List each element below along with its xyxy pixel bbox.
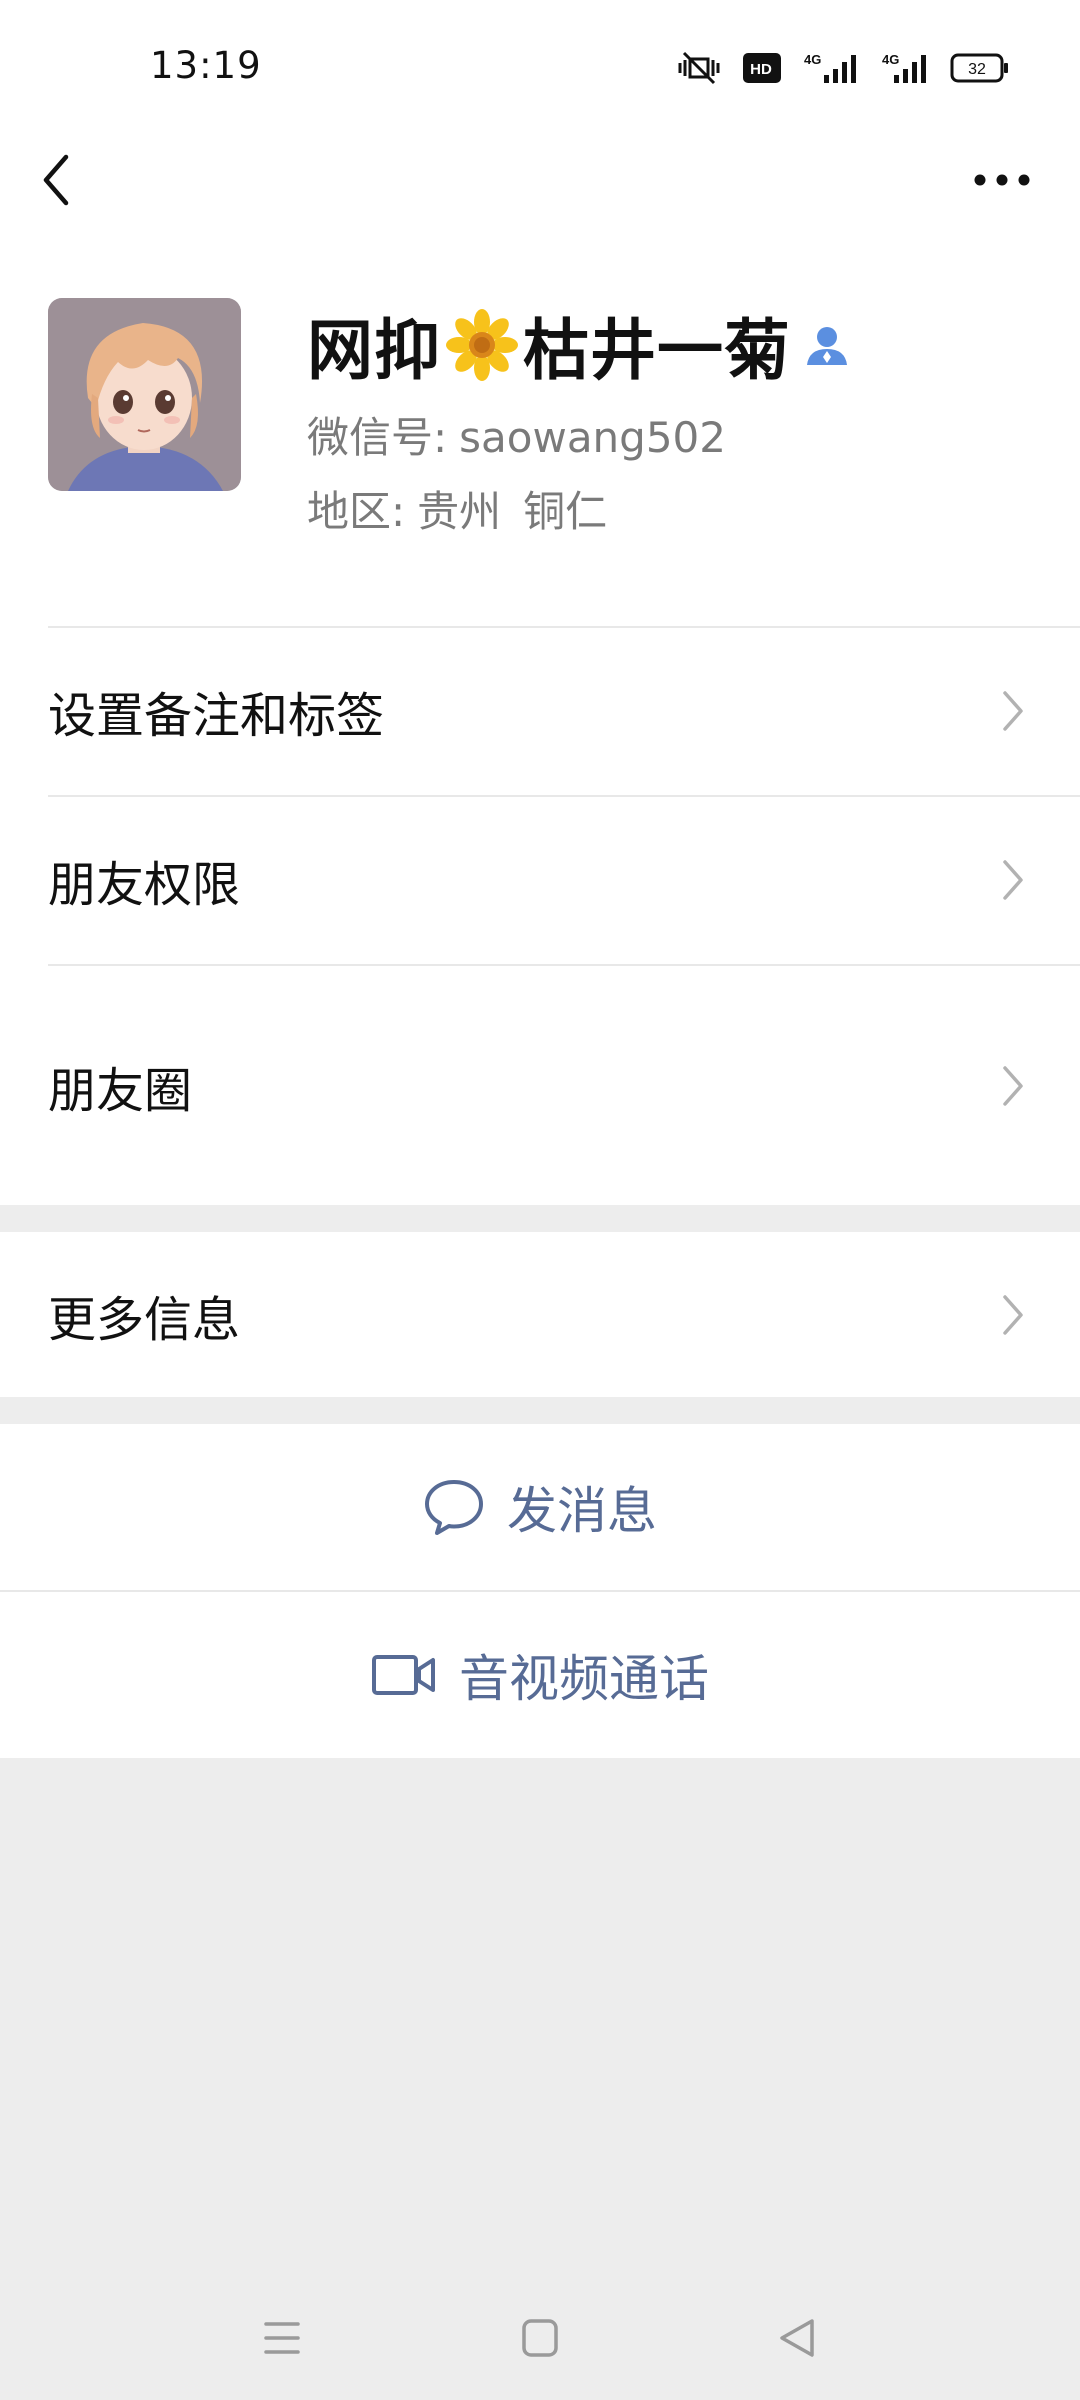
svg-text:4G: 4G	[882, 52, 899, 67]
system-nav-bar	[0, 2270, 1080, 2400]
chevron-right-icon	[1003, 691, 1023, 731]
region-city: 铜仁	[523, 487, 608, 536]
send-message-button[interactable]: 发消息	[0, 1424, 1080, 1590]
avatar-image	[48, 298, 241, 491]
friend-permissions-row[interactable]: 朋友权限	[0, 797, 1080, 963]
signal-4g-icon: 4G	[804, 52, 856, 83]
vibrate-mute-icon	[678, 51, 720, 85]
more-info-row[interactable]: 更多信息	[0, 1232, 1080, 1398]
actions-section: 发消息 音视频通话	[0, 1424, 1080, 1758]
moments-row[interactable]: 朋友圈	[0, 966, 1080, 1206]
set-remark-row[interactable]: 设置备注和标签	[0, 628, 1080, 794]
battery-icon: 32	[950, 53, 1008, 83]
friend-permissions-label: 朋友权限	[48, 857, 241, 913]
profile-panel: 13:19 HD 4G 4G 32 网抑 枯井一菊 微信号: saowang50…	[0, 0, 1080, 1205]
wechat-id-value: saowang502	[459, 413, 727, 462]
svg-text:32: 32	[968, 61, 986, 78]
name-part-1: 网抑	[307, 312, 441, 389]
more-info-label: 更多信息	[48, 1292, 241, 1348]
status-icons: HD 4G 4G 32	[676, 48, 1010, 88]
chevron-right-icon	[1003, 860, 1023, 900]
flower-emoji-icon	[446, 309, 518, 381]
recent-apps-button[interactable]	[252, 2308, 312, 2368]
set-remark-label: 设置备注和标签	[48, 688, 385, 744]
signal-4g-icon-2: 4G	[882, 52, 926, 83]
status-bar: 13:19 HD 4G 4G 32	[0, 0, 1080, 135]
home-button[interactable]	[510, 2308, 570, 2368]
region-province: 贵州	[417, 487, 502, 536]
wechat-id: 微信号: saowang502	[307, 404, 726, 465]
send-message-label: 发消息	[507, 1482, 657, 1540]
moments-label: 朋友圈	[48, 1063, 193, 1119]
svg-text:4G: 4G	[804, 52, 821, 67]
chat-bubble-icon	[425, 1480, 483, 1535]
video-camera-icon	[372, 1655, 435, 1695]
contact-person-icon	[807, 327, 847, 365]
status-time: 13:19	[150, 44, 262, 87]
hd-icon: HD	[743, 53, 781, 83]
av-call-button[interactable]: 音视频通话	[0, 1592, 1080, 1758]
svg-text:HD: HD	[750, 61, 772, 78]
contact-name: 网抑 枯井一菊	[307, 300, 849, 390]
av-call-label: 音视频通话	[459, 1650, 709, 1708]
region: 地区: 贵州 铜仁	[307, 478, 607, 539]
wechat-id-label: 微信号:	[307, 413, 448, 462]
chevron-right-icon	[1003, 1066, 1023, 1106]
more-info-section: 更多信息	[0, 1232, 1080, 1397]
back-button[interactable]	[36, 145, 80, 215]
chevron-right-icon	[1003, 1295, 1023, 1335]
name-part-2: 枯井一菊	[523, 312, 791, 389]
avatar[interactable]	[48, 298, 241, 491]
back-nav-button[interactable]	[768, 2308, 828, 2368]
more-options-button[interactable]	[972, 157, 1032, 203]
top-header	[0, 135, 1080, 225]
region-label: 地区:	[307, 487, 406, 536]
